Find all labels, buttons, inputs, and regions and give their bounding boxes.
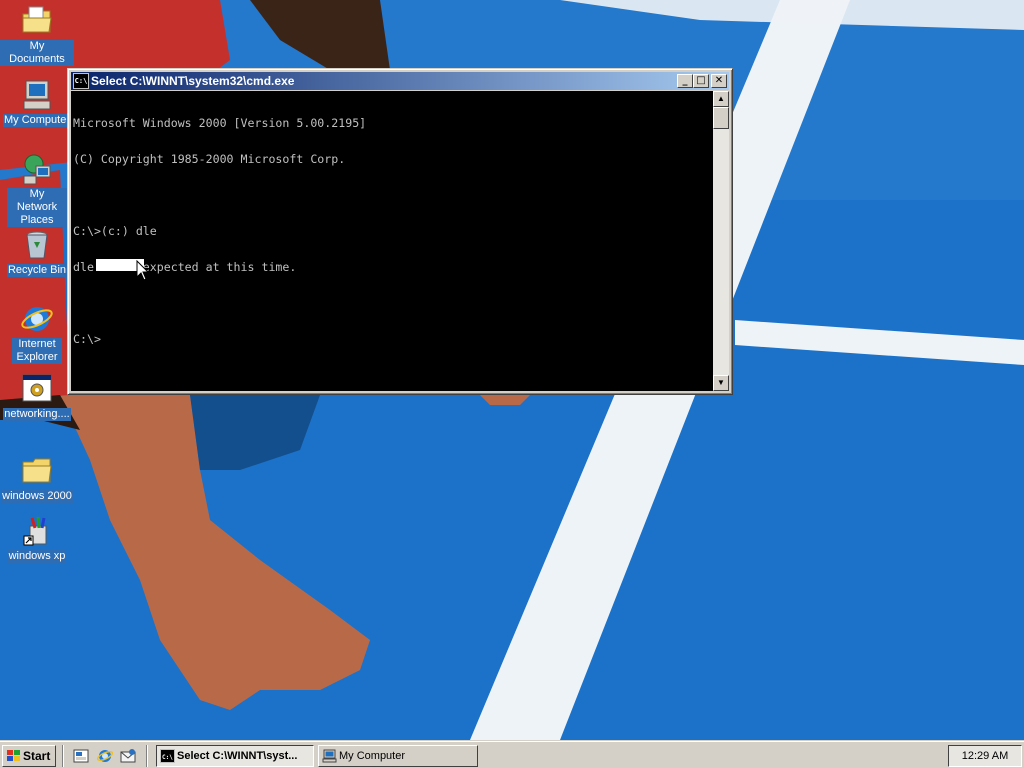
maximize-button[interactable]: □ [693, 74, 709, 88]
desktop-icon-label: Recycle Bin [6, 264, 68, 277]
clock[interactable]: 12:29 AM [962, 750, 1008, 762]
taskbar-separator [146, 745, 148, 767]
desktop-icon-label: My Computer [2, 114, 72, 127]
minimize-button[interactable]: _ [677, 74, 693, 88]
folder-documents-icon [22, 6, 52, 33]
network-places-icon [23, 154, 51, 185]
folder-icon [22, 458, 52, 483]
console-output[interactable]: Microsoft Windows 2000 [Version 5.00.219… [71, 91, 713, 391]
desktop-icon-recycle-bin[interactable]: Recycle Bin [0, 228, 74, 277]
desktop-icon-my-documents[interactable]: My Documents [0, 4, 74, 66]
taskbar-button-my-computer[interactable]: My Computer [318, 745, 478, 767]
show-desktop-icon[interactable] [72, 747, 90, 765]
internet-explorer-icon [21, 307, 53, 331]
start-label: Start [23, 749, 51, 763]
svg-text:C:\: C:\ [162, 754, 173, 761]
start-button[interactable]: Start [2, 745, 56, 767]
taskbar-button-label: My Computer [339, 750, 406, 762]
taskbar: Start C:\ Select C:\WINNT\syst... My Com… [0, 740, 1024, 768]
cmd-icon[interactable]: C:\ [73, 73, 89, 89]
taskbar-button-cmd[interactable]: C:\ Select C:\WINNT\syst... [156, 745, 314, 767]
cmd-window-titlebar[interactable]: C:\ Select C:\WINNT\system32\cmd.exe _ □… [71, 72, 729, 90]
console-line: Microsoft Windows 2000 [Version 5.00.219… [73, 116, 367, 130]
cmd-window-title: Select C:\WINNT\system32\cmd.exe [91, 74, 295, 88]
close-button[interactable]: ✕ [711, 74, 727, 88]
desktop-icon-label: My Documents [0, 40, 74, 66]
desktop-icon-label: My Network Places [7, 188, 67, 227]
desktop-icon-label: networking.... [3, 408, 71, 421]
desktop-icon-label: windows 2000 [1, 490, 73, 503]
desktop-icon-my-network-places[interactable]: My Network Places [0, 152, 74, 227]
setup-shortcut-icon [23, 516, 47, 546]
system-tray[interactable]: 12:29 AM [948, 745, 1022, 767]
console-line: (C) Copyright 1985-2000 Microsoft Corp. [73, 152, 346, 166]
desktop-icon-windows-2000[interactable]: windows 2000 [0, 454, 74, 503]
scroll-thumb[interactable] [713, 107, 729, 129]
scroll-up-button[interactable]: ▲ [713, 91, 729, 107]
scroll-down-button[interactable]: ▼ [713, 375, 729, 391]
internet-explorer-icon[interactable] [96, 747, 114, 765]
console-line: C:\>(c:) dle [73, 224, 157, 238]
recycle-bin-icon [26, 231, 48, 259]
windows-logo-icon [7, 750, 20, 761]
desktop-icon-label: Internet Explorer [12, 338, 62, 364]
program-settings-icon [22, 374, 52, 402]
desktop-icon-internet-explorer[interactable]: Internet Explorer [0, 302, 74, 364]
mouse-pointer-icon [136, 260, 150, 281]
console-line: dle was unexpected at this time. [73, 260, 297, 274]
outlook-express-icon[interactable] [119, 747, 137, 765]
desktop-icon-windows-xp[interactable]: windows xp [0, 514, 74, 563]
taskbar-button-label: Select C:\WINNT\syst... [177, 750, 298, 762]
taskbar-separator [62, 745, 64, 767]
desktop-icon-networking[interactable]: networking.... [0, 372, 74, 421]
computer-icon [23, 80, 51, 110]
vertical-scrollbar[interactable]: ▲ ▼ [713, 91, 729, 391]
computer-icon [322, 749, 337, 763]
console-prompt-line: C:\> [73, 332, 101, 346]
desktop-icon-label: windows xp [7, 550, 67, 563]
desktop-icon-my-computer[interactable]: My Computer [0, 78, 74, 127]
cmd-icon: C:\ [160, 749, 175, 763]
cmd-window[interactable]: C:\ Select C:\WINNT\system32\cmd.exe _ □… [67, 68, 733, 395]
